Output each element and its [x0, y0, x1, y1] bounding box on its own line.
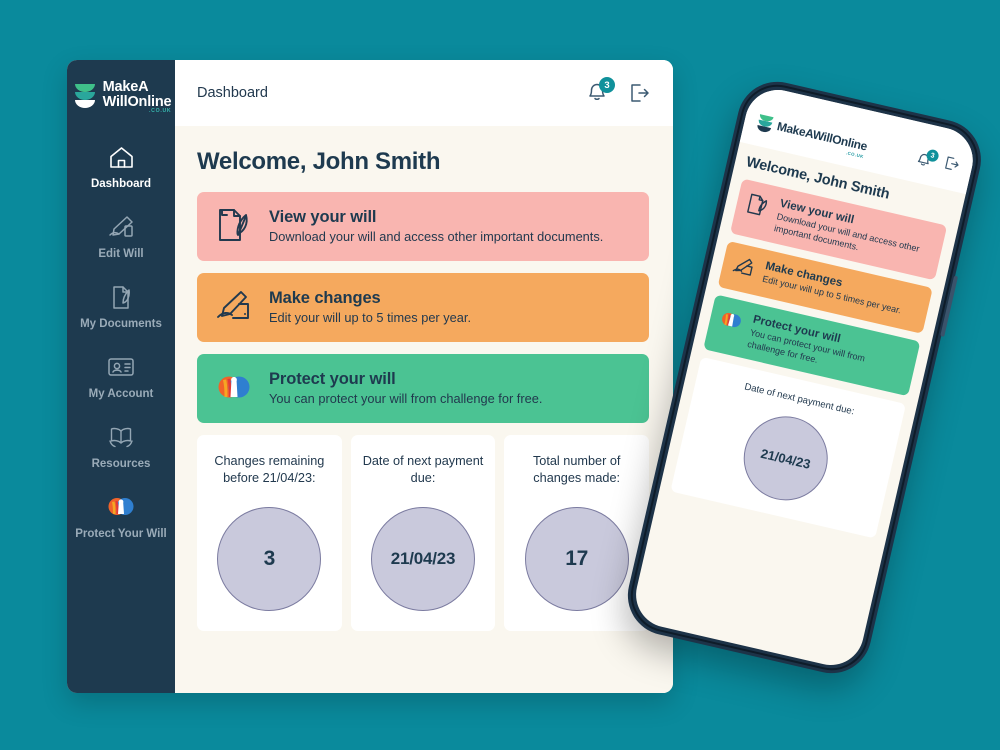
- desktop-app-window: MakeA WillOnline .CO.UK Dashboard Edit W…: [67, 60, 673, 693]
- document-quill-icon: [106, 283, 136, 311]
- phone-content: Welcome, John Smith View your will Downl: [660, 142, 966, 541]
- phone-stat-value-circle: 21/04/23: [735, 408, 837, 509]
- action-card-title: Make changes: [269, 289, 381, 307]
- stat-value: 17: [565, 547, 589, 570]
- notification-badge: 3: [599, 77, 615, 93]
- logout-arrow-icon: [631, 84, 649, 102]
- phone-body: MakeAWillOnline .CO.UK 3 Welcome, John S…: [619, 73, 989, 682]
- stat-value-circle: 3: [217, 507, 322, 611]
- stat-label: Changes remaining before 21/04/23:: [214, 454, 325, 485]
- sidebar-item-edit-will[interactable]: Edit Will: [67, 202, 175, 272]
- sidebar-item-label: Edit Will: [98, 248, 144, 260]
- sidebar-item-label: Dashboard: [90, 178, 152, 190]
- stat-card-next-payment: Date of next payment due: 21/04/23: [350, 435, 496, 631]
- hand-writing-icon: [106, 213, 136, 241]
- action-card-make-changes[interactable]: Make changes Edit your will up to 5 time…: [197, 273, 649, 342]
- action-card-body: Protect your will You can protect your w…: [269, 368, 542, 408]
- sidebar-item-label: Resources: [91, 458, 151, 470]
- open-book-icon: [106, 423, 136, 451]
- phone-stat-value: 21/04/23: [759, 445, 813, 472]
- sidebar-item-dashboard[interactable]: Dashboard: [67, 132, 175, 202]
- stats-row: Changes remaining before 21/04/23: 3 Dat…: [197, 435, 650, 631]
- brand-suffix: .CO.UK: [149, 108, 172, 114]
- stat-value-circle: 21/04/23: [371, 507, 475, 611]
- action-card-subtitle: Download your will and access other impo…: [269, 229, 604, 244]
- topbar-actions: 3: [585, 77, 651, 106]
- action-card-subtitle: You can protect your will from challenge…: [269, 391, 543, 406]
- stacked-bowls-logo-icon: [73, 82, 97, 108]
- phone-brand-suffix: .CO.UK: [845, 150, 865, 160]
- protect-shield-people-icon: [106, 493, 136, 521]
- document-quill-icon: [743, 190, 773, 226]
- document-quill-icon: [215, 206, 253, 246]
- sidebar: MakeA WillOnline .CO.UK Dashboard Edit W…: [67, 60, 175, 693]
- stat-value: 21/04/23: [390, 549, 456, 568]
- breadcrumb: Dashboard: [197, 85, 268, 101]
- page-canvas: MakeA WillOnline .CO.UK Dashboard Edit W…: [0, 0, 1000, 750]
- phone-notifications-button[interactable]: 3: [914, 148, 940, 170]
- notifications-button[interactable]: 3: [585, 77, 615, 106]
- stat-label: Date of next payment due:: [362, 454, 484, 485]
- logout-arrow-icon: [945, 156, 959, 170]
- id-card-icon: [106, 353, 136, 381]
- sidebar-item-my-account[interactable]: My Account: [67, 342, 175, 412]
- home-icon: [106, 143, 136, 171]
- brand-logo[interactable]: MakeA WillOnline .CO.UK: [71, 76, 172, 115]
- topbar: Dashboard 3: [175, 60, 673, 126]
- stat-card-changes-remaining: Changes remaining before 21/04/23: 3: [197, 435, 342, 631]
- phone-brand-name: MakeAWillOnline .CO.UK: [775, 119, 869, 160]
- brand-line-1: MakeA: [102, 79, 149, 95]
- phone-topbar-actions: 3: [913, 147, 962, 179]
- action-card-view-your-will[interactable]: View your will Download your will and ac…: [197, 192, 649, 261]
- action-card-body: View your will Download your will and ac…: [269, 206, 603, 246]
- action-card-subtitle: Edit your will up to 5 times per year.: [269, 310, 471, 325]
- sidebar-item-my-documents[interactable]: My Documents: [67, 272, 175, 342]
- stat-value: 3: [263, 547, 276, 570]
- logout-button[interactable]: [627, 81, 651, 105]
- brand-name: MakeA WillOnline .CO.UK: [102, 79, 172, 115]
- action-card-body: Make changes Edit your will up to 5 time…: [269, 287, 471, 327]
- sidebar-item-protect-your-will[interactable]: Protect Your Will: [67, 482, 175, 552]
- hand-writing-icon: [729, 252, 759, 286]
- sidebar-item-label: My Account: [88, 388, 154, 400]
- sidebar-nav: Dashboard Edit Will My Documents My Acco…: [67, 132, 175, 552]
- hand-writing-icon: [215, 289, 253, 325]
- action-card-title: View your will: [269, 208, 377, 226]
- action-card-title: Protect your will: [269, 370, 396, 388]
- stat-label: Total number of changes made:: [532, 454, 621, 485]
- sidebar-item-resources[interactable]: Resources: [67, 412, 175, 482]
- stacked-bowls-logo-icon: [755, 112, 776, 133]
- sidebar-item-label: My Documents: [80, 318, 162, 330]
- page-title: Welcome, John Smith: [197, 148, 441, 175]
- protect-shield-people-icon: [215, 370, 253, 406]
- sidebar-item-label: Protect Your Will: [75, 528, 167, 540]
- action-card-protect-your-will[interactable]: Protect your will You can protect your w…: [197, 354, 649, 423]
- protect-shield-people-icon: [717, 305, 747, 339]
- phone-logout-button[interactable]: [940, 153, 962, 178]
